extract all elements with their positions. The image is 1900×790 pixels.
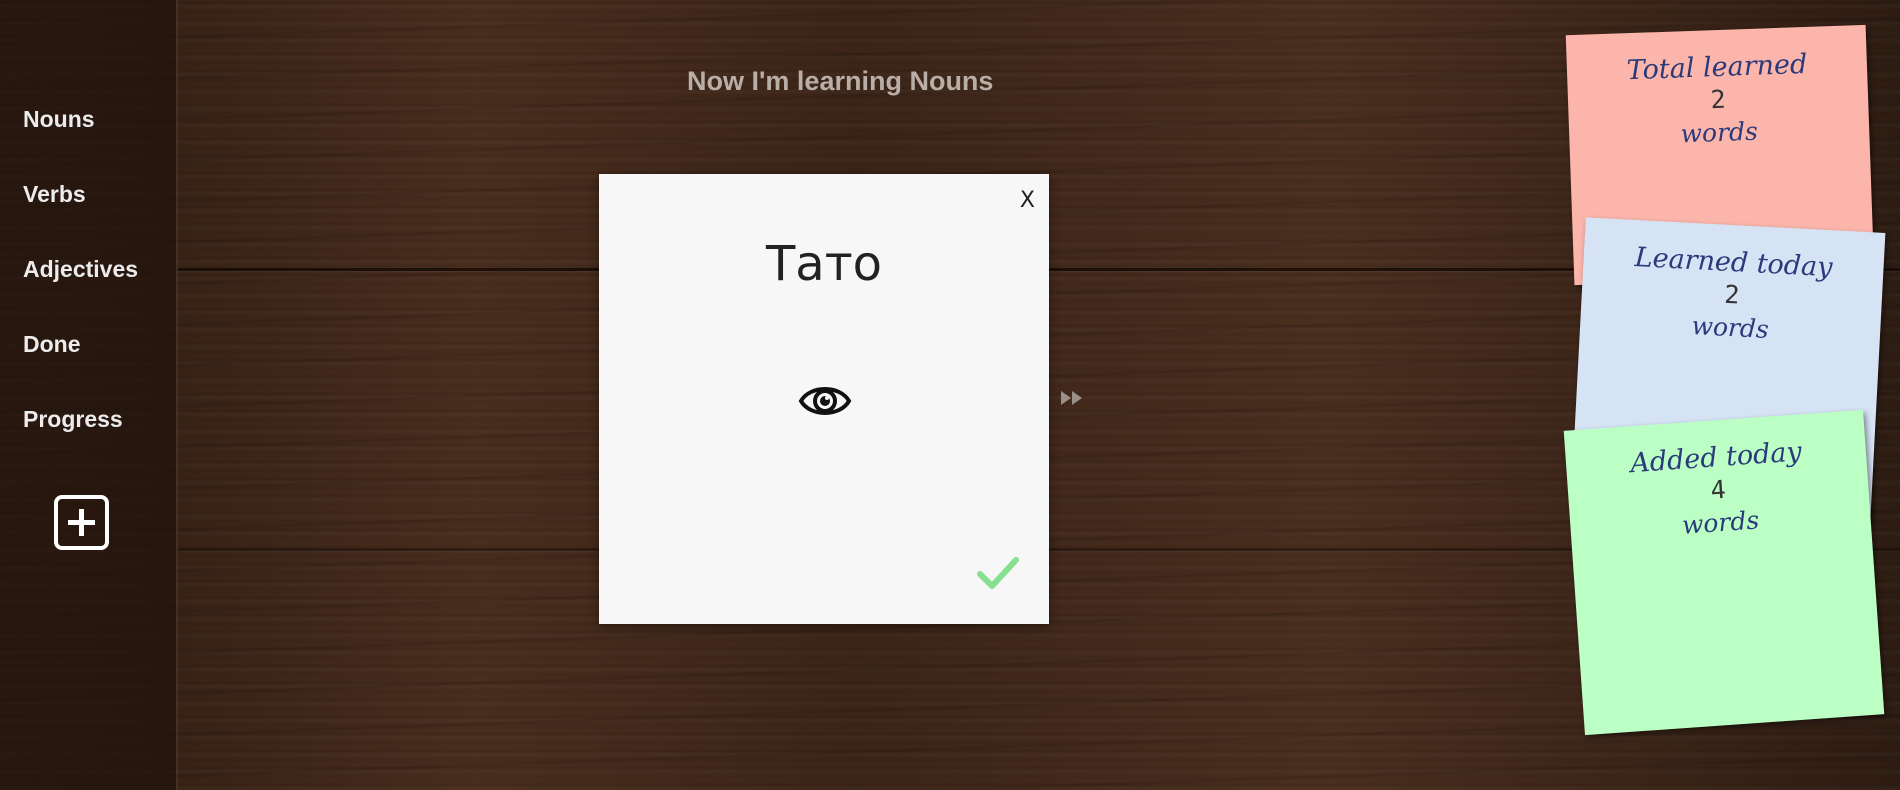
total-learned-unit: words [1680, 116, 1759, 149]
sidebar: Nouns Verbs Adjectives Done Progress [0, 0, 178, 790]
sidebar-item-nouns[interactable]: Nouns [23, 106, 95, 133]
plus-icon-stroke [79, 509, 84, 536]
fast-forward-icon[interactable] [1060, 390, 1084, 406]
eye-icon[interactable] [798, 379, 852, 423]
flash-card: X Тато [599, 174, 1049, 624]
add-word-button[interactable] [54, 495, 109, 550]
sidebar-item-adjectives[interactable]: Adjectives [23, 256, 138, 283]
sidebar-item-progress[interactable]: Progress [23, 406, 123, 433]
checkmark-icon[interactable] [977, 556, 1019, 590]
page-title: Now I'm learning Nouns [687, 66, 994, 96]
sidebar-item-verbs[interactable]: Verbs [23, 181, 86, 208]
added-today-note: Added today 4 words [1563, 409, 1885, 736]
card-word: Тато [765, 236, 883, 292]
sidebar-item-done[interactable]: Done [23, 331, 81, 358]
close-card-button[interactable]: X [1020, 188, 1035, 213]
